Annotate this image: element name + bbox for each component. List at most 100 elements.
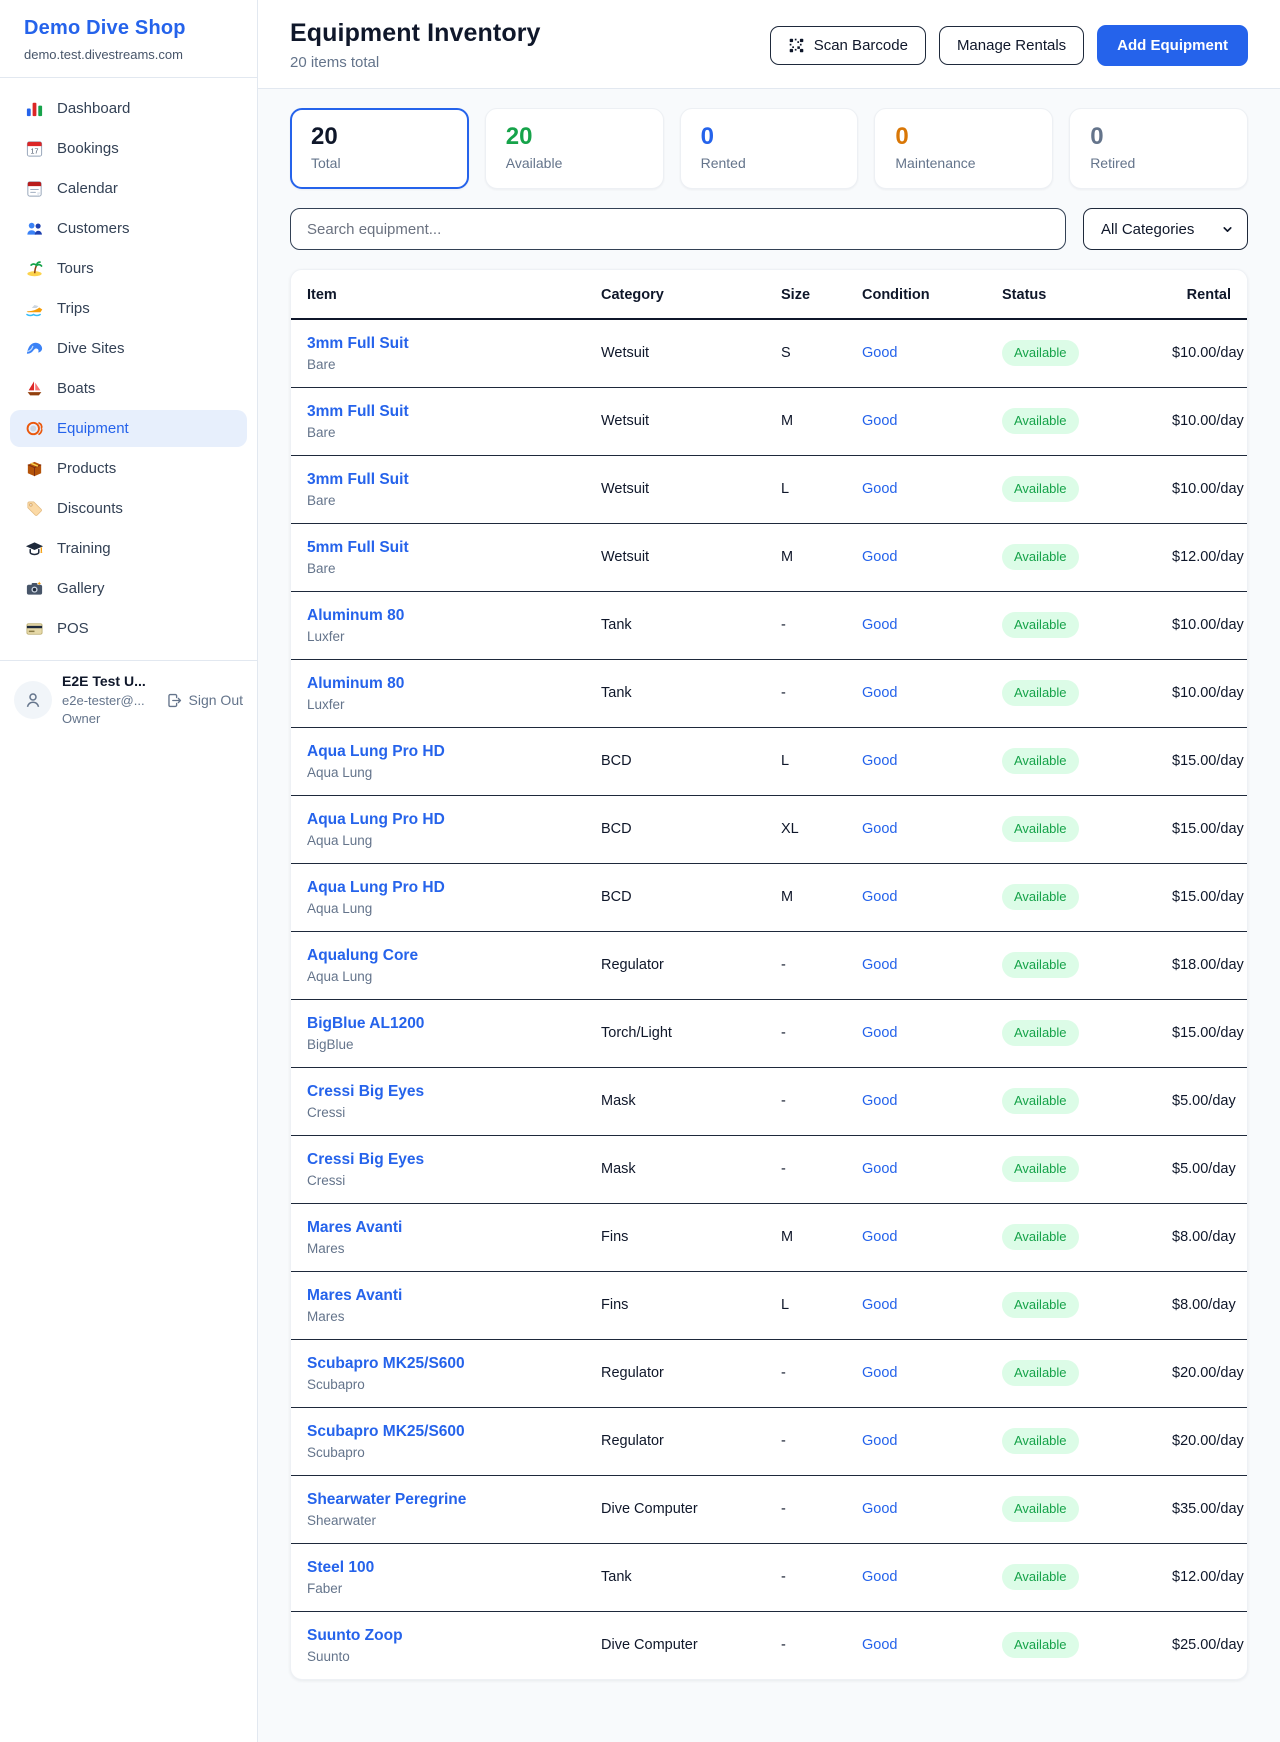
item-name-link[interactable]: Scubapro MK25/S600 [307,1423,569,1441]
stat-card-rented[interactable]: 0Rented [680,108,859,189]
sidebar-item-trips[interactable]: Trips [10,290,247,327]
item-category: Tank [585,591,765,659]
item-condition-link[interactable]: Good [862,1637,897,1653]
sidebar-item-label: Tours [57,260,94,277]
sidebar: Demo Dive Shop demo.test.divestreams.com… [0,0,258,1742]
scan-barcode-label: Scan Barcode [814,37,908,54]
item-category: Mask [585,1135,765,1203]
table-row: Mares AvantiMaresFinsLGoodAvailable$8.00… [291,1271,1247,1339]
sidebar-item-discounts[interactable]: Discounts [10,490,247,527]
table-row: 3mm Full SuitBareWetsuitSGoodAvailable$1… [291,319,1247,387]
stat-card-maintenance[interactable]: 0Maintenance [874,108,1053,189]
table-row: Aqua Lung Pro HDAqua LungBCDMGoodAvailab… [291,863,1247,931]
item-condition-link[interactable]: Good [862,821,897,837]
stat-card-retired[interactable]: 0Retired [1069,108,1248,189]
sidebar-item-calendar[interactable]: Calendar [10,170,247,207]
sidebar-item-equipment[interactable]: Equipment [10,410,247,447]
table-row: Aluminum 80LuxferTank-GoodAvailable$10.0… [291,591,1247,659]
item-rental-rate: $12.00/day [1156,523,1247,591]
item-name-link[interactable]: Aqua Lung Pro HD [307,743,569,761]
sidebar-item-boats[interactable]: Boats [10,370,247,407]
item-name-link[interactable]: Scubapro MK25/S600 [307,1355,569,1373]
sign-out-icon [166,692,183,709]
item-condition-link[interactable]: Good [862,1025,897,1041]
item-condition-link[interactable]: Good [862,481,897,497]
item-name-link[interactable]: Shearwater Peregrine [307,1491,569,1509]
item-condition-link[interactable]: Good [862,345,897,361]
item-condition-link[interactable]: Good [862,549,897,565]
status-badge: Available [1002,612,1079,638]
stat-card-total[interactable]: 20Total [290,108,469,189]
item-name-link[interactable]: Aluminum 80 [307,675,569,693]
item-name-link[interactable]: Cressi Big Eyes [307,1083,569,1101]
sidebar-item-tours[interactable]: Tours [10,250,247,287]
item-name-link[interactable]: Suunto Zoop [307,1627,569,1645]
item-category: BCD [585,795,765,863]
add-equipment-label: Add Equipment [1117,37,1228,54]
add-equipment-button[interactable]: Add Equipment [1097,25,1248,66]
user-email: e2e-tester@... [62,693,146,709]
sidebar-item-gallery[interactable]: Gallery [10,570,247,607]
sidebar-item-training[interactable]: Training [10,530,247,567]
sidebar-item-dive-sites[interactable]: Dive Sites [10,330,247,367]
item-rental-rate: $15.00/day [1156,795,1247,863]
item-name-link[interactable]: 3mm Full Suit [307,335,569,353]
item-size: L [765,1271,846,1339]
item-condition-link[interactable]: Good [862,1297,897,1313]
item-condition-link[interactable]: Good [862,1093,897,1109]
item-name-link[interactable]: Cressi Big Eyes [307,1151,569,1169]
item-condition-link[interactable]: Good [862,413,897,429]
category-select[interactable]: All Categories [1083,208,1248,250]
sign-out-label: Sign Out [189,692,243,708]
main-area: Equipment Inventory 20 items total Scan … [258,0,1280,1742]
item-brand: Luxfer [307,697,569,712]
person-icon [23,690,43,710]
item-size: - [765,1067,846,1135]
sidebar-item-products[interactable]: Products [10,450,247,487]
item-name-link[interactable]: 5mm Full Suit [307,539,569,557]
sidebar-item-bookings[interactable]: 17Bookings [10,130,247,167]
item-condition-link[interactable]: Good [862,617,897,633]
item-name-link[interactable]: 3mm Full Suit [307,471,569,489]
sidebar-item-pos[interactable]: POS [10,610,247,647]
search-input[interactable] [290,208,1066,250]
item-name-link[interactable]: Aqua Lung Pro HD [307,879,569,897]
item-name-link[interactable]: BigBlue AL1200 [307,1015,569,1033]
item-condition-link[interactable]: Good [862,1501,897,1517]
manage-rentals-button[interactable]: Manage Rentals [939,26,1084,65]
item-category: Fins [585,1203,765,1271]
item-condition-link[interactable]: Good [862,1569,897,1585]
item-condition-link[interactable]: Good [862,957,897,973]
brand-name[interactable]: Demo Dive Shop [24,17,233,40]
item-brand: Cressi [307,1105,569,1120]
item-name-link[interactable]: Aqua Lung Pro HD [307,811,569,829]
svg-text:17: 17 [31,148,39,156]
item-name-link[interactable]: Steel 100 [307,1559,569,1577]
item-name-link[interactable]: Aluminum 80 [307,607,569,625]
stat-card-available[interactable]: 20Available [485,108,664,189]
item-name-link[interactable]: Aqualung Core [307,947,569,965]
dive-sites-icon [25,339,44,358]
item-name-link[interactable]: Mares Avanti [307,1287,569,1305]
table-row: Steel 100FaberTank-GoodAvailable$12.00/d… [291,1543,1247,1611]
item-name-link[interactable]: Mares Avanti [307,1219,569,1237]
sidebar-item-dashboard[interactable]: Dashboard [10,90,247,127]
sidebar-item-customers[interactable]: Customers [10,210,247,247]
sign-out-button[interactable]: Sign Out [166,692,243,709]
item-condition-link[interactable]: Good [862,1229,897,1245]
item-condition-link[interactable]: Good [862,685,897,701]
item-condition-link[interactable]: Good [862,1161,897,1177]
stats-row: 20Total20Available0Rented0Maintenance0Re… [290,108,1248,189]
stat-label: Retired [1090,155,1227,171]
item-rental-rate: $10.00/day [1156,387,1247,455]
item-name-link[interactable]: 3mm Full Suit [307,403,569,421]
item-condition-link[interactable]: Good [862,1365,897,1381]
item-condition-link[interactable]: Good [862,753,897,769]
item-category: Dive Computer [585,1475,765,1543]
item-condition-link[interactable]: Good [862,1433,897,1449]
column-header-category: Category [585,270,765,319]
scan-barcode-button[interactable]: Scan Barcode [770,26,926,65]
item-condition-link[interactable]: Good [862,889,897,905]
sidebar-item-label: Gallery [57,580,105,597]
table-row: Aqua Lung Pro HDAqua LungBCDXLGoodAvaila… [291,795,1247,863]
